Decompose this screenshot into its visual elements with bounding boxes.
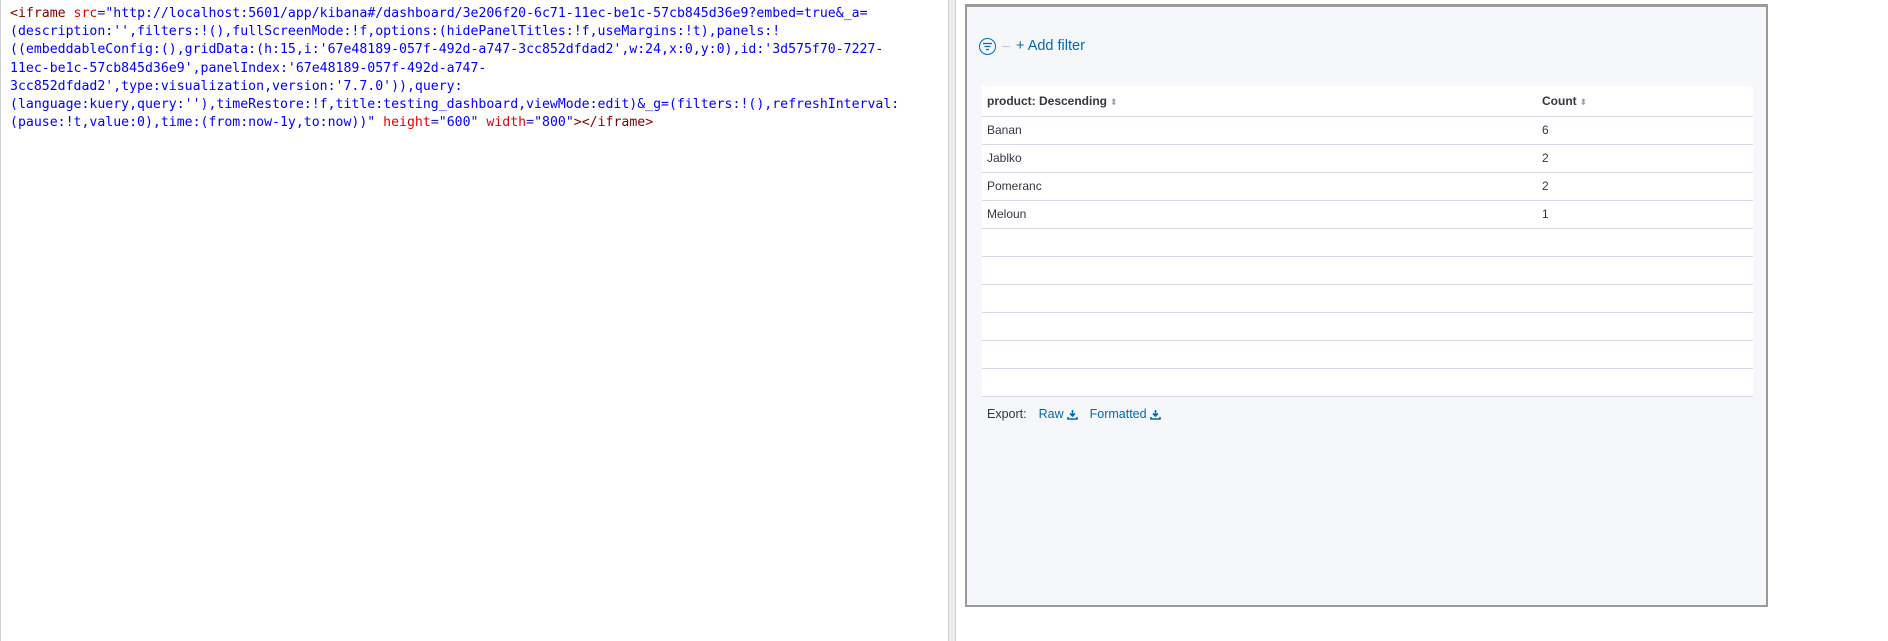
download-icon bbox=[1149, 409, 1161, 420]
download-icon bbox=[1066, 409, 1078, 420]
filter-bar: + Add filter bbox=[979, 35, 1085, 57]
table-row: Banan 6 bbox=[982, 116, 1753, 145]
export-label: Export: bbox=[987, 407, 1027, 421]
data-table: product: Descending ⬍ Count ⬍ Banan 6 Jablko… bbox=[982, 86, 1753, 397]
column-header-label: Count bbox=[1542, 93, 1577, 108]
export-bar: Export: Raw Formatted bbox=[987, 407, 1173, 421]
code-token: ((embeddableConfig:(),gridData:(h:15,i:'… bbox=[10, 42, 884, 58]
sort-icon[interactable]: ⬍ bbox=[1580, 97, 1588, 107]
empty-table-row bbox=[982, 228, 1753, 257]
iframe-code[interactable]: <iframe src = "http://localhost:5601/app/k… bbox=[10, 5, 945, 132]
add-filter-button[interactable]: + Add filter bbox=[1016, 38, 1085, 54]
embedded-dashboard-frame: + Add filter product: Descending ⬍ Count ⬍… bbox=[965, 4, 1768, 607]
code-token: src bbox=[73, 6, 98, 21]
sort-icon[interactable]: ⬍ bbox=[1110, 97, 1118, 107]
empty-table-row bbox=[982, 256, 1753, 285]
count-cell: 2 bbox=[1537, 144, 1753, 173]
export-formatted-label: Formatted bbox=[1089, 407, 1147, 421]
column-header-count[interactable]: Count ⬍ bbox=[1537, 86, 1753, 117]
code-token: ></iframe> bbox=[573, 115, 654, 131]
empty-table-row bbox=[982, 312, 1753, 341]
code-line: ((embeddableConfig:(),gridData:(h:15,i:'… bbox=[10, 41, 945, 59]
code-token: 11ec-be1c-57cb845d36e9',panelIndex:'67e4… bbox=[10, 60, 487, 76]
code-token: 3cc852dfdad2',type:visualization,version… bbox=[10, 78, 463, 94]
code-line: (language:kuery,query:''),timeRestore:!f… bbox=[10, 96, 945, 114]
code-token: "600" bbox=[438, 115, 487, 131]
code-token: = bbox=[526, 115, 535, 131]
code-line: (pause:!t,value:0),time:(from:now-1y,to:… bbox=[10, 114, 945, 132]
product-cell: Meloun bbox=[982, 200, 1537, 229]
code-token: (description:'',filters:!(),fullScreenMo… bbox=[10, 24, 781, 40]
count-cell: 2 bbox=[1537, 172, 1753, 201]
code-token: height bbox=[383, 115, 431, 131]
code-token: (language:kuery,query:''),timeRestore:!f… bbox=[10, 97, 900, 113]
filter-icon[interactable] bbox=[979, 37, 996, 55]
product-cell: Jablko bbox=[982, 144, 1537, 173]
code-token: width bbox=[486, 115, 527, 131]
code-line: <iframe src="http://localhost:5601/app/k… bbox=[10, 5, 945, 23]
empty-table-row bbox=[982, 368, 1753, 397]
product-cell: Pomeranc bbox=[982, 172, 1537, 201]
code-token: <iframe bbox=[10, 6, 74, 21]
column-header-product[interactable]: product: Descending ⬍ bbox=[982, 86, 1537, 117]
table-header-row: product: Descending ⬍ Count ⬍ bbox=[982, 86, 1753, 117]
preview-pane: + Add filter product: Descending ⬍ Count ⬍… bbox=[956, 0, 1888, 641]
export-raw-link[interactable]: Raw bbox=[1039, 407, 1078, 421]
table-row: Jablko 2 bbox=[982, 144, 1753, 173]
product-cell: Banan bbox=[982, 116, 1537, 145]
export-raw-label: Raw bbox=[1038, 407, 1064, 421]
code-token: "http://localhost:5601/app/kibana#/dashb… bbox=[105, 6, 868, 21]
code-editor[interactable]: <iframe src = "http://localhost:5601/app/k… bbox=[0, 0, 948, 641]
export-formatted-link[interactable]: Formatted bbox=[1090, 407, 1161, 421]
filter-separator bbox=[1002, 45, 1010, 47]
code-line: (description:'',filters:!(),fullScreenMo… bbox=[10, 23, 945, 41]
count-cell: 6 bbox=[1537, 116, 1753, 145]
count-cell: 1 bbox=[1537, 200, 1753, 229]
code-line: 3cc852dfdad2',type:visualization,version… bbox=[10, 78, 945, 96]
code-line: 11ec-be1c-57cb845d36e9',panelIndex:'67e4… bbox=[10, 60, 945, 78]
empty-table-row bbox=[982, 284, 1753, 313]
table-row: Pomeranc 2 bbox=[982, 172, 1753, 201]
code-token: (pause:!t,value:0),time:(from:now-1y,to:… bbox=[10, 115, 384, 131]
empty-table-row bbox=[982, 340, 1753, 369]
pane-splitter[interactable] bbox=[948, 0, 956, 641]
column-header-label: product: Descending bbox=[987, 93, 1108, 108]
table-row: Meloun 1 bbox=[982, 200, 1753, 229]
code-token: "800" bbox=[534, 115, 574, 131]
code-token: = bbox=[430, 115, 439, 131]
